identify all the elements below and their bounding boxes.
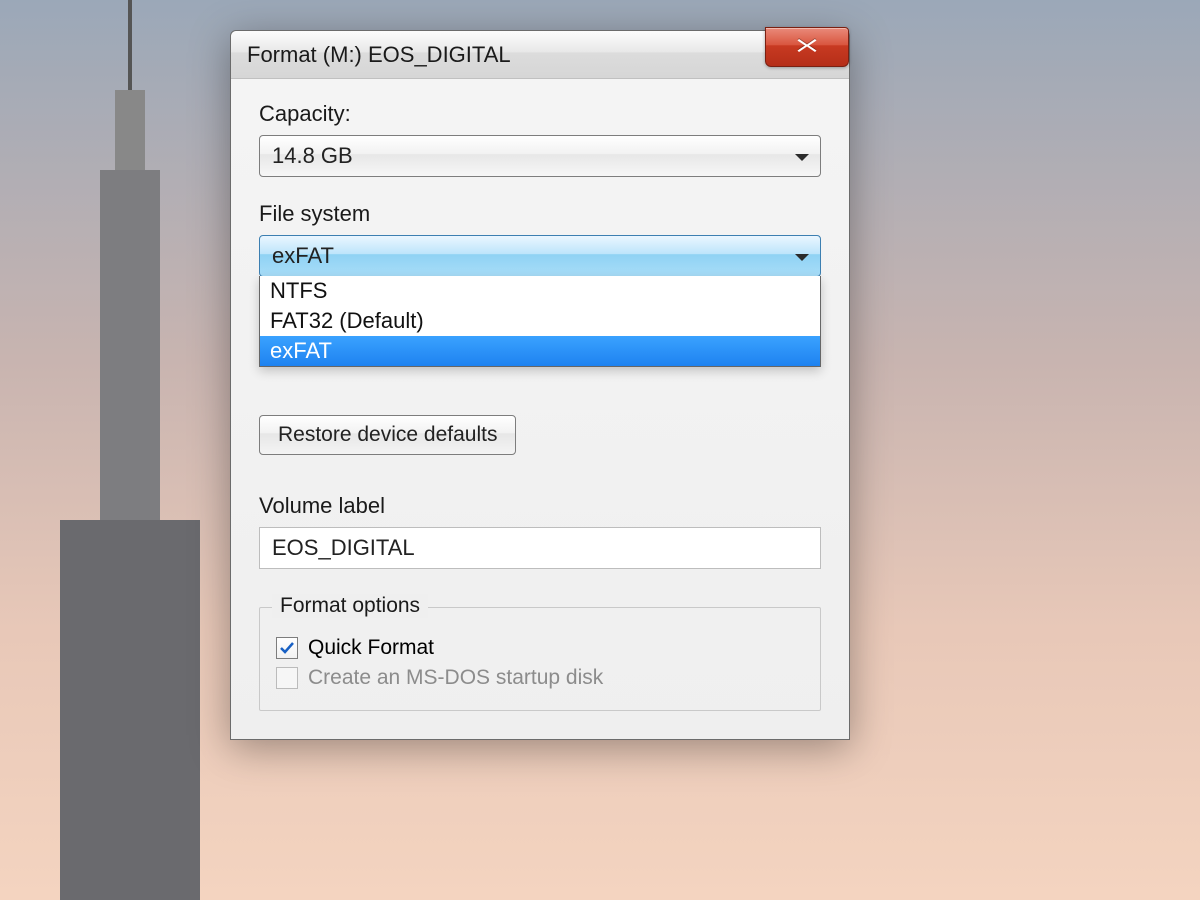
titlebar[interactable]: Format (M:) EOS_DIGITAL — [231, 31, 849, 79]
filesystem-value: exFAT — [272, 243, 334, 269]
restore-defaults-button[interactable]: Restore device defaults — [259, 415, 516, 455]
chevron-down-icon — [794, 143, 810, 169]
msdos-startup-row: Create an MS-DOS startup disk — [276, 666, 804, 690]
volume-label-caption: Volume label — [259, 493, 821, 519]
msdos-startup-checkbox — [276, 667, 298, 689]
filesystem-option-exfat[interactable]: exFAT — [260, 336, 820, 366]
quick-format-row[interactable]: Quick Format — [276, 636, 804, 660]
close-button[interactable] — [765, 27, 849, 67]
filesystem-option-ntfs[interactable]: NTFS — [260, 276, 820, 306]
filesystem-select[interactable]: exFAT — [259, 235, 821, 277]
quick-format-label: Quick Format — [308, 636, 434, 660]
msdos-startup-label: Create an MS-DOS startup disk — [308, 666, 603, 690]
format-options-legend: Format options — [272, 594, 428, 618]
wallpaper-building — [60, 0, 200, 900]
capacity-label: Capacity: — [259, 101, 821, 127]
volume-label-input[interactable] — [259, 527, 821, 569]
capacity-value: 14.8 GB — [272, 143, 353, 169]
filesystem-dropdown: NTFS FAT32 (Default) exFAT — [259, 276, 821, 367]
chevron-down-icon — [794, 243, 810, 269]
dialog-body: Capacity: 14.8 GB File system exFAT NTFS… — [231, 79, 849, 739]
filesystem-label: File system — [259, 201, 821, 227]
format-options-group: Format options Quick Format Create an MS… — [259, 607, 821, 711]
desktop-wallpaper: Format (M:) EOS_DIGITAL Capacity: 14.8 G… — [0, 0, 1200, 900]
quick-format-checkbox[interactable] — [276, 637, 298, 659]
window-title: Format (M:) EOS_DIGITAL — [247, 42, 511, 68]
capacity-select[interactable]: 14.8 GB — [259, 135, 821, 177]
close-icon — [794, 36, 820, 59]
filesystem-option-fat32[interactable]: FAT32 (Default) — [260, 306, 820, 336]
format-dialog: Format (M:) EOS_DIGITAL Capacity: 14.8 G… — [230, 30, 850, 740]
